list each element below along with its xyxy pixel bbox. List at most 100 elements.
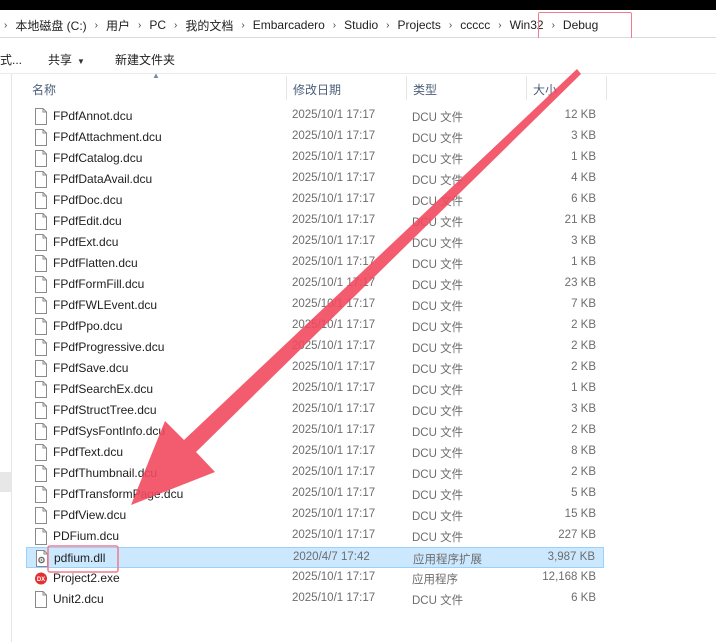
file-row[interactable]: FPdfProgressive.dcu 2025/10/1 17:17 DCU 文件… xyxy=(26,337,604,358)
toolbar-partial-item[interactable]: 式... xyxy=(0,51,22,68)
file-row[interactable]: FPdfThumbnail.dcu 2025/10/1 17:17 DCU 文件 2 … xyxy=(26,463,604,484)
file-name: FPdfView.dcu xyxy=(53,508,127,522)
file-row[interactable]: FPdfExt.dcu 2025/10/1 17:17 DCU 文件 3 KB xyxy=(26,232,604,253)
file-date: 2025/10/1 17:17 xyxy=(292,529,376,541)
file-type: DCU 文件 xyxy=(412,364,464,376)
file-date: 2025/10/1 17:17 xyxy=(292,172,376,184)
file-size: 2 KB xyxy=(571,424,596,436)
file-size: 15 KB xyxy=(564,508,596,520)
svg-text:DX: DX xyxy=(37,577,45,583)
breadcrumb-item[interactable]: Embarcadero xyxy=(249,18,329,32)
file-row[interactable]: FPdfDataAvail.dcu 2025/10/1 17:17 DCU 文件 4 … xyxy=(26,169,604,190)
column-divider[interactable] xyxy=(526,76,527,100)
new-folder-button[interactable]: 新建文件夹 xyxy=(115,51,175,68)
file-type: DCU 文件 xyxy=(412,259,464,271)
breadcrumb-item[interactable]: Studio xyxy=(340,18,382,32)
file-type: DCU 文件 xyxy=(412,175,464,187)
chevron-right-icon[interactable]: › xyxy=(134,20,145,31)
column-divider[interactable] xyxy=(286,76,287,100)
chevron-right-icon[interactable]: › xyxy=(237,20,248,31)
file-name: FPdfPpo.dcu xyxy=(53,319,123,333)
file-date: 2025/10/1 17:17 xyxy=(292,382,376,394)
file-date: 2025/10/1 17:17 xyxy=(292,193,376,205)
column-divider[interactable] xyxy=(606,76,607,100)
file-name: FPdfFWLEvent.dcu xyxy=(53,298,158,312)
file-name: FPdfFlatten.dcu xyxy=(53,256,138,270)
file-row[interactable]: FPdfPpo.dcu 2025/10/1 17:17 DCU 文件 2 KB xyxy=(26,316,604,337)
column-header-size[interactable]: 大小 xyxy=(533,81,557,98)
file-size: 23 KB xyxy=(564,277,596,289)
file-date: 2025/10/1 17:17 xyxy=(292,361,376,373)
file-row[interactable]: FPdfEdit.dcu 2025/10/1 17:17 DCU 文件 21 KB xyxy=(26,211,604,232)
breadcrumb-item[interactable]: ccccc xyxy=(456,18,494,32)
file-size: 12 KB xyxy=(564,109,596,121)
file-size: 6 KB xyxy=(571,592,596,604)
file-row[interactable]: pdfium.dll 2020/4/7 17:42 应用程序扩展 3,987 KB xyxy=(26,547,604,568)
column-divider[interactable] xyxy=(406,76,407,100)
file-row[interactable]: FPdfSave.dcu 2025/10/1 17:17 DCU 文件 2 KB xyxy=(26,358,604,379)
file-row[interactable]: FPdfText.dcu 2025/10/1 17:17 DCU 文件 8 KB xyxy=(26,442,604,463)
file-date: 2025/10/1 17:17 xyxy=(292,130,376,142)
file-size: 3 KB xyxy=(571,130,596,142)
file-date: 2025/10/1 17:17 xyxy=(292,571,376,583)
file-size: 21 KB xyxy=(564,214,596,226)
file-row[interactable]: DX Project2.exe 2025/10/1 17:17 应用程序 12,168 … xyxy=(26,568,604,589)
file-type: DCU 文件 xyxy=(412,385,464,397)
file-row[interactable]: FPdfFormFill.dcu 2025/10/1 17:17 DCU 文件 23 … xyxy=(26,274,604,295)
nav-selected-item[interactable] xyxy=(0,472,12,492)
chevron-right-icon[interactable]: › xyxy=(170,20,181,31)
file-date: 2020/4/7 17:42 xyxy=(293,551,370,563)
file-type: DCU 文件 xyxy=(412,301,464,313)
file-row[interactable]: PDFium.dcu 2025/10/1 17:17 DCU 文件 227 KB xyxy=(26,526,604,547)
breadcrumb-item[interactable]: Projects xyxy=(394,18,445,32)
file-name: FPdfExt.dcu xyxy=(53,235,119,249)
navigation-pane[interactable] xyxy=(0,74,12,642)
file-name: FPdfTransformPage.dcu xyxy=(53,487,184,501)
file-row[interactable]: FPdfTransformPage.dcu 2025/10/1 17:17 DCU … xyxy=(26,484,604,505)
column-header-name[interactable]: 名称 xyxy=(32,81,56,98)
chevron-right-icon[interactable]: › xyxy=(0,20,11,31)
file-row[interactable]: FPdfStructTree.dcu 2025/10/1 17:17 DCU 文件 3… xyxy=(26,400,604,421)
file-row[interactable]: FPdfFWLEvent.dcu 2025/10/1 17:17 DCU 文件 7 K… xyxy=(26,295,604,316)
file-name: FPdfSysFontInfo.dcu xyxy=(53,424,166,438)
file-name: PDFium.dcu xyxy=(53,529,120,543)
file-row[interactable]: FPdfView.dcu 2025/10/1 17:17 DCU 文件 15 KB xyxy=(26,505,604,526)
column-header-type[interactable]: 类型 xyxy=(413,81,437,98)
file-size: 227 KB xyxy=(558,529,596,541)
file-type: DCU 文件 xyxy=(412,427,464,439)
chevron-right-icon[interactable]: › xyxy=(382,20,393,31)
file-name: FPdfText.dcu xyxy=(53,445,124,459)
file-row[interactable]: FPdfSysFontInfo.dcu 2025/10/1 17:17 DCU 文件… xyxy=(26,421,604,442)
file-name: FPdfAttachment.dcu xyxy=(53,130,162,144)
chevron-right-icon[interactable]: › xyxy=(494,20,505,31)
file-size: 5 KB xyxy=(571,487,596,499)
file-row[interactable]: FPdfAttachment.dcu 2025/10/1 17:17 DCU 文件 3… xyxy=(26,127,604,148)
breadcrumb-item[interactable]: 本地磁盘 (C:) xyxy=(11,17,90,34)
file-row[interactable]: Unit2.dcu 2025/10/1 17:17 DCU 文件 6 KB xyxy=(26,589,604,610)
file-size: 2 KB xyxy=(571,340,596,352)
file-name: FPdfCatalog.dcu xyxy=(53,151,143,165)
file-row[interactable]: FPdfDoc.dcu 2025/10/1 17:17 DCU 文件 6 KB xyxy=(26,190,604,211)
breadcrumb-item[interactable]: PC xyxy=(145,18,170,32)
file-date: 2025/10/1 17:17 xyxy=(292,466,376,478)
breadcrumb-item[interactable]: 用户 xyxy=(102,17,134,34)
file-row[interactable]: FPdfSearchEx.dcu 2025/10/1 17:17 DCU 文件 1 K… xyxy=(26,379,604,400)
breadcrumb-item[interactable]: 我的文档 xyxy=(181,17,237,34)
chevron-down-icon: ▼ xyxy=(77,57,85,66)
file-row[interactable]: FPdfFlatten.dcu 2025/10/1 17:17 DCU 文件 1 KB xyxy=(26,253,604,274)
file-date: 2025/10/1 17:17 xyxy=(292,508,376,520)
file-row[interactable]: FPdfCatalog.dcu 2025/10/1 17:17 DCU 文件 1 KB xyxy=(26,148,604,169)
file-type: DCU 文件 xyxy=(412,406,464,418)
chevron-right-icon[interactable]: › xyxy=(91,20,102,31)
file-name: FPdfDataAvail.dcu xyxy=(53,172,153,186)
file-row[interactable]: FPdfAnnot.dcu 2025/10/1 17:17 DCU 文件 12 KB xyxy=(26,106,604,127)
file-date: 2025/10/1 17:17 xyxy=(292,214,376,226)
share-label: 共享 xyxy=(48,53,73,67)
share-button[interactable]: 共享 ▼ xyxy=(48,51,85,68)
breadcrumb: › 本地磁盘 (C:) › 用户 › PC › 我的文档 › Embarcadero › Studio… xyxy=(0,12,602,38)
column-header-date[interactable]: 修改日期 xyxy=(293,81,341,98)
file-size: 1 KB xyxy=(571,151,596,163)
chevron-right-icon[interactable]: › xyxy=(329,20,340,31)
sort-ascending-icon: ▲ xyxy=(152,71,160,80)
chevron-right-icon[interactable]: › xyxy=(445,20,456,31)
